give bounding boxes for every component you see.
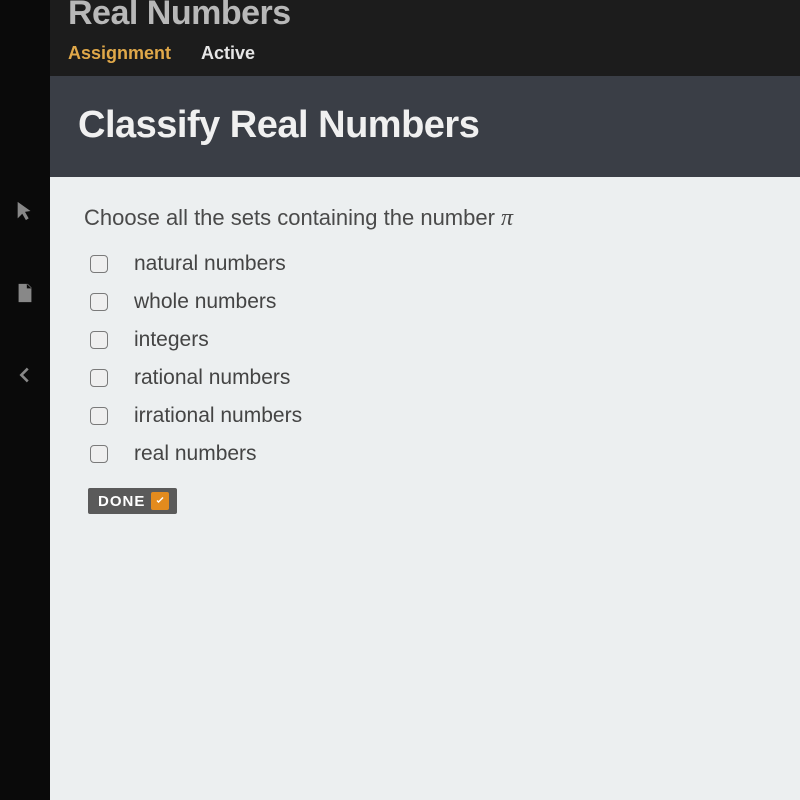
- option-row: real numbers: [90, 442, 766, 466]
- question-prompt: Choose all the sets containing the numbe…: [84, 205, 766, 232]
- tool-rail: [0, 0, 50, 800]
- option-row: whole numbers: [90, 290, 766, 314]
- check-icon: [151, 492, 169, 510]
- option-row: natural numbers: [90, 252, 766, 276]
- option-label: natural numbers: [134, 252, 286, 276]
- pi-symbol: π: [501, 205, 513, 231]
- option-row: rational numbers: [90, 366, 766, 390]
- tabs: Assignment Active: [68, 43, 782, 64]
- lesson-title: Real Numbers: [68, 0, 782, 33]
- option-row: irrational numbers: [90, 404, 766, 428]
- option-row: integers: [90, 328, 766, 352]
- checkbox-integers[interactable]: [90, 331, 108, 349]
- page-title: Classify Real Numbers: [78, 104, 772, 147]
- done-button[interactable]: DONE: [88, 488, 177, 514]
- pointer-icon[interactable]: [14, 200, 36, 222]
- header-band: Classify Real Numbers: [50, 76, 800, 177]
- back-arrow-icon[interactable]: [14, 364, 36, 386]
- question-panel: Choose all the sets containing the numbe…: [50, 177, 800, 800]
- option-label: irrational numbers: [134, 404, 302, 428]
- checkbox-rational-numbers[interactable]: [90, 369, 108, 387]
- tab-assignment[interactable]: Assignment: [68, 43, 171, 64]
- checkbox-natural-numbers[interactable]: [90, 255, 108, 273]
- checkbox-real-numbers[interactable]: [90, 445, 108, 463]
- prompt-text: Choose all the sets containing the numbe…: [84, 205, 501, 230]
- option-label: real numbers: [134, 442, 257, 466]
- option-label: whole numbers: [134, 290, 276, 314]
- checkbox-irrational-numbers[interactable]: [90, 407, 108, 425]
- document-icon[interactable]: [14, 282, 36, 304]
- done-label: DONE: [98, 493, 145, 510]
- tab-active[interactable]: Active: [201, 43, 255, 64]
- checkbox-whole-numbers[interactable]: [90, 293, 108, 311]
- option-label: integers: [134, 328, 209, 352]
- option-label: rational numbers: [134, 366, 290, 390]
- options-list: natural numbers whole numbers integers r…: [90, 252, 766, 466]
- topbar: Real Numbers Assignment Active: [50, 0, 800, 76]
